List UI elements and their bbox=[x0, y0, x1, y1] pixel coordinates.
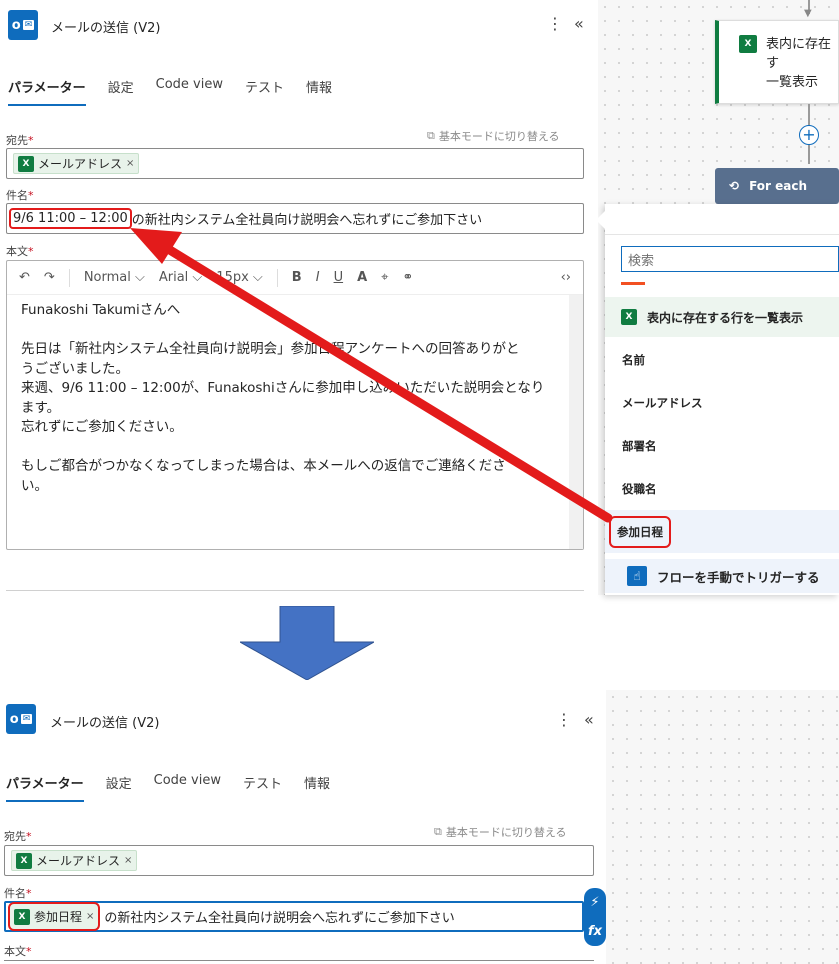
tab-info[interactable]: 情報 bbox=[304, 773, 330, 802]
tab-code-view[interactable]: Code view bbox=[154, 773, 221, 802]
expression-buttons: ⚡ fx bbox=[584, 888, 606, 946]
panel-title: メールの送信 (V2) bbox=[50, 716, 160, 731]
more-icon[interactable]: ⋮ bbox=[556, 710, 572, 729]
switch-icon: ⧉ bbox=[434, 825, 442, 838]
token-email[interactable]: X メールアドレス × bbox=[11, 850, 138, 871]
arrow-head bbox=[130, 228, 182, 264]
tab-test[interactable]: テスト bbox=[243, 773, 282, 802]
subject-field[interactable]: X 参加日程 × の新社内システム全社員向け説明会へ忘れずにご参加下さい bbox=[4, 901, 584, 932]
to-field[interactable]: X メールアドレス × bbox=[4, 845, 594, 876]
excel-icon: X bbox=[14, 908, 30, 925]
subject-rest-text: の新社内システム全社員向け説明会へ忘れずにご参加下さい bbox=[104, 911, 455, 926]
body-label: 本文* bbox=[4, 945, 32, 958]
tab-bar: パラメーター 設定 Code view テスト 情報 bbox=[6, 773, 330, 802]
remove-icon[interactable]: × bbox=[124, 855, 132, 866]
collapse-icon[interactable]: « bbox=[584, 710, 594, 729]
outlook-icon: o ✉ bbox=[6, 704, 36, 734]
to-label: 宛先* bbox=[4, 830, 32, 843]
excel-icon: X bbox=[16, 852, 32, 869]
fx-icon[interactable]: fx bbox=[588, 924, 602, 939]
token-schedule[interactable]: X 参加日程 × bbox=[8, 902, 101, 931]
action-panel-after: o ✉ メールの送信 (V2) ⋮ « パラメーター 設定 Code view テ… bbox=[0, 690, 606, 964]
arrow-shaft bbox=[155, 239, 613, 523]
remove-icon[interactable]: × bbox=[86, 911, 94, 922]
down-arrow bbox=[240, 606, 374, 680]
tab-settings[interactable]: 設定 bbox=[106, 773, 132, 802]
lightning-icon[interactable]: ⚡ bbox=[590, 895, 599, 910]
subject-label: 件名* bbox=[4, 887, 32, 900]
body-editor[interactable] bbox=[4, 960, 594, 964]
flow-canvas-bottom bbox=[606, 690, 839, 964]
switch-basic-mode[interactable]: ⧉ 基本モードに切り替える bbox=[434, 824, 567, 840]
tab-parameters[interactable]: パラメーター bbox=[6, 773, 84, 802]
